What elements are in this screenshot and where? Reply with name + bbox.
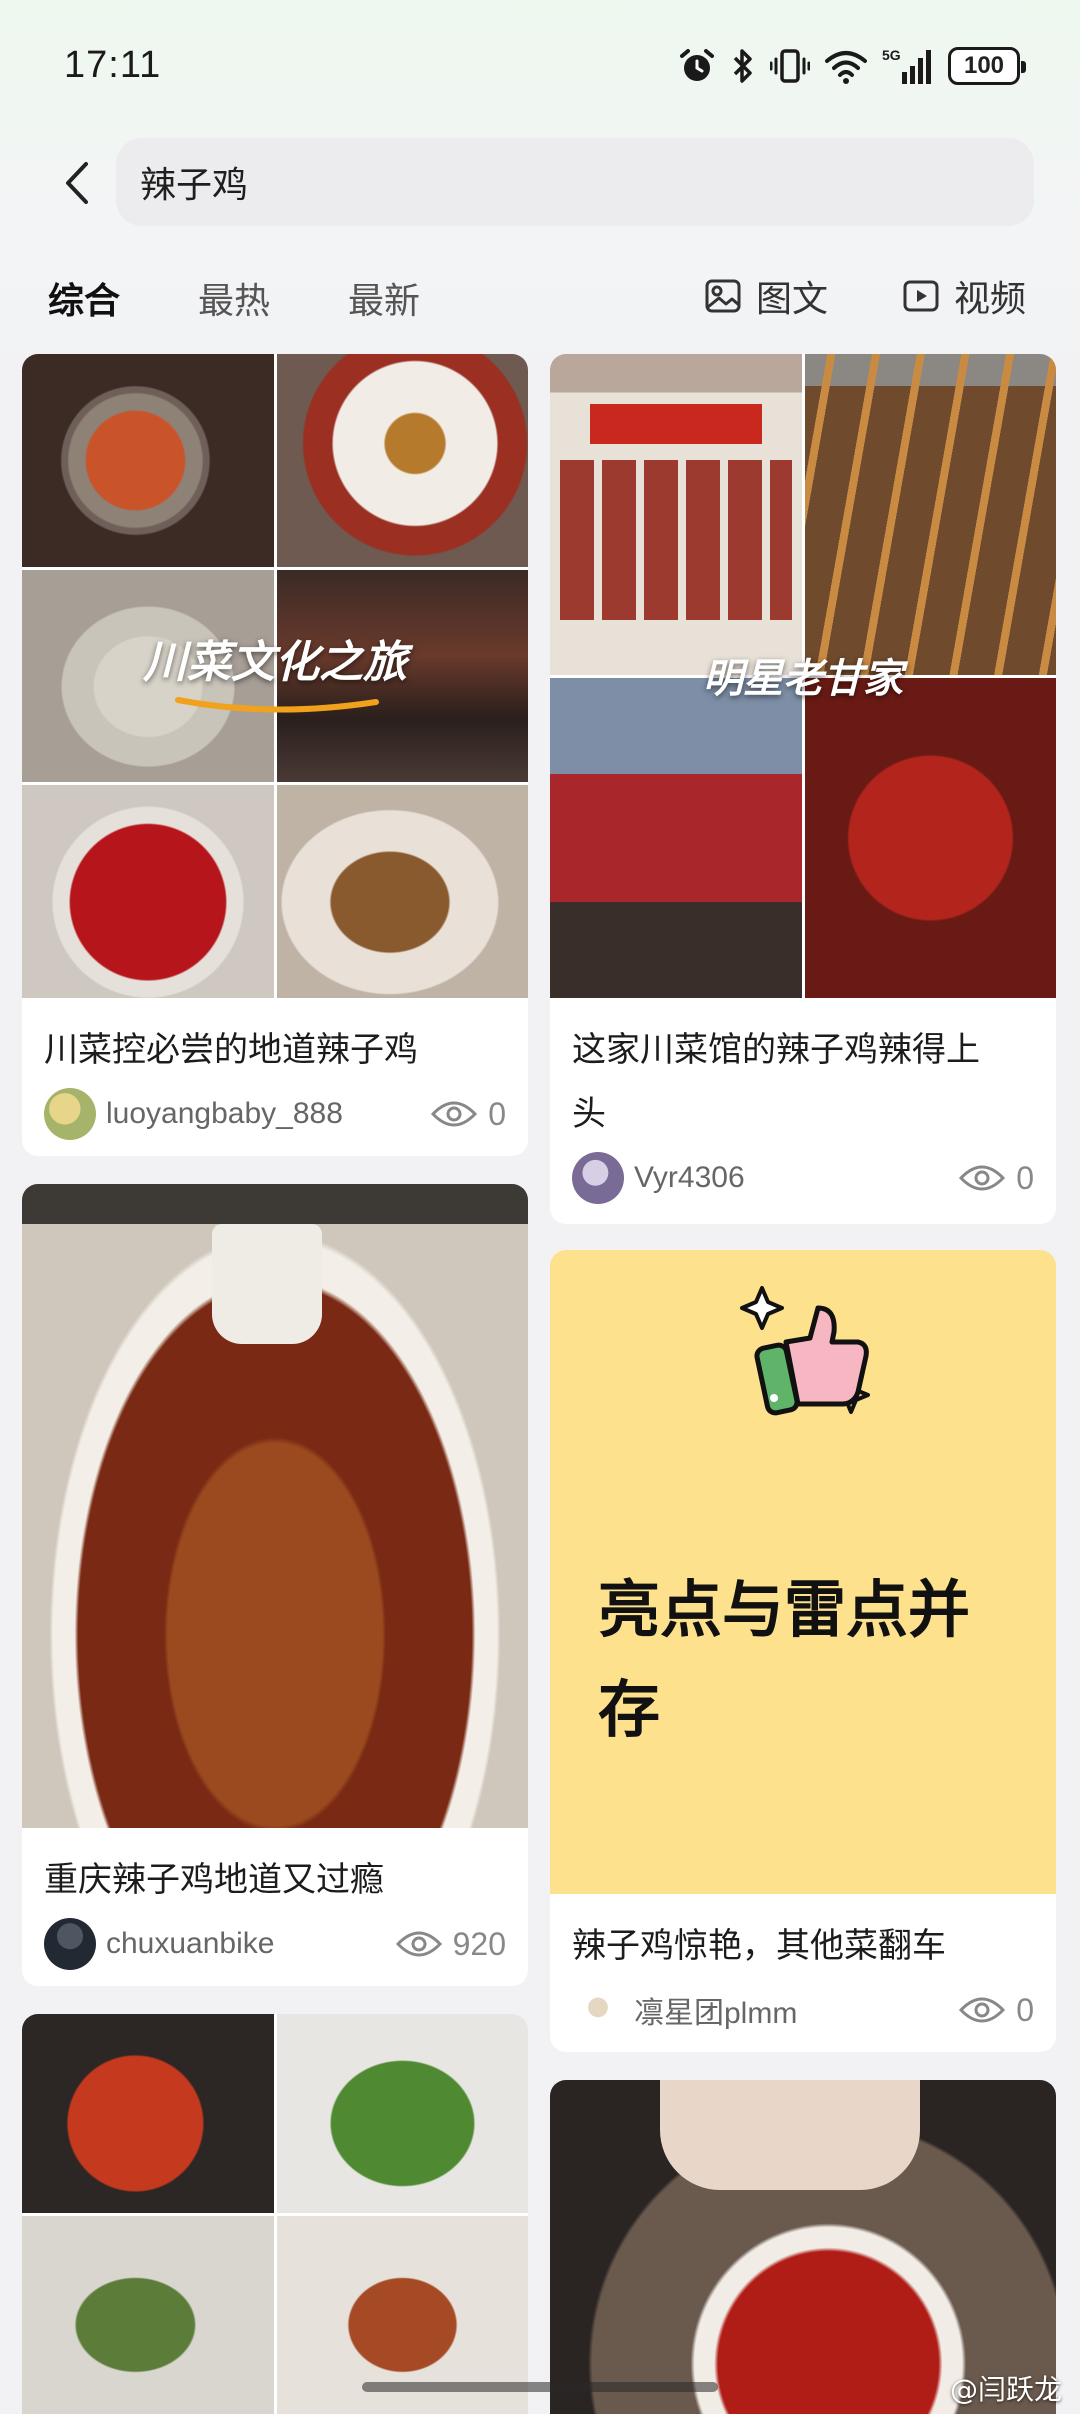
feed-card[interactable]: 重庆辣子鸡地道又过瘾 chuxuanbike 920	[22, 1184, 528, 1986]
card-image-collage: 川菜文化之旅	[22, 354, 528, 998]
tab-newest[interactable]: 最新	[348, 272, 420, 324]
battery-level: 100	[963, 52, 1005, 79]
status-bar: 17:11 5G 100	[0, 0, 1080, 120]
avatar[interactable]	[44, 1918, 96, 1970]
eye-icon	[959, 1165, 1006, 1191]
image-overlay-title: 明星老甘家	[703, 656, 903, 702]
wifi-icon	[825, 51, 867, 84]
view-count-value: 0	[1016, 1159, 1034, 1196]
search-row: 辣子鸡	[0, 136, 1080, 228]
search-query: 辣子鸡	[140, 165, 249, 206]
food-photo	[276, 354, 528, 567]
feed-card[interactable]: 川菜文化之旅 川菜控必尝的地道辣子鸡 luoyangbaby_888 0	[22, 354, 528, 1156]
image-icon	[705, 279, 741, 313]
svg-text:5G: 5G	[882, 47, 901, 63]
card-meta: 凛星团plmm 0	[572, 1978, 1034, 2042]
feed-card[interactable]	[22, 2014, 528, 2414]
food-photo	[276, 2014, 528, 2213]
card-title-line-1: 这家川菜馆的辣子鸡辣得上	[572, 1030, 980, 1070]
status-time: 17:11	[64, 44, 162, 86]
alarm-icon	[680, 49, 714, 81]
feed-card[interactable]: 明星老甘家 这家川菜馆的辣子鸡辣得上 头 Vyr4306 0	[550, 354, 1056, 1224]
avatar[interactable]	[44, 1088, 96, 1140]
status-icons: 5G 100	[678, 44, 1026, 88]
author-name[interactable]: luoyangbaby_888	[106, 1097, 343, 1131]
food-photo	[804, 677, 1056, 998]
avatar[interactable]	[572, 1152, 624, 1204]
food-photo	[22, 785, 274, 998]
eye-icon	[431, 1101, 478, 1127]
card-image	[22, 1184, 528, 1828]
thumbs-up-icon	[740, 1286, 870, 1416]
tab-image-text[interactable]: 图文	[704, 270, 828, 322]
background-strip	[22, 1184, 528, 1224]
underline-decoration	[175, 697, 379, 713]
feed-card[interactable]	[550, 2080, 1056, 2414]
tab-hottest[interactable]: 最热	[198, 272, 270, 324]
card-title: 重庆辣子鸡地道又过瘾	[44, 1860, 384, 1900]
view-count: 0	[958, 1146, 1034, 1210]
author-name[interactable]: chuxuanbike	[106, 1927, 274, 1961]
search-input[interactable]: 辣子鸡	[116, 138, 1034, 226]
food-photo	[276, 785, 528, 998]
signal-icon: 5G	[882, 47, 931, 84]
card-image-collage	[22, 2014, 528, 2414]
card-title: 辣子鸡惊艳，其他菜翻车	[572, 1926, 946, 1966]
food-photo	[22, 354, 274, 567]
view-count-value: 0	[1016, 1991, 1034, 2028]
watermark: @闫跃龙	[949, 2373, 1062, 2406]
video-icon	[903, 280, 939, 312]
view-count-value: 920	[452, 1925, 506, 1962]
restaurant-photo	[550, 677, 802, 998]
bluetooth-icon	[733, 49, 752, 83]
card-title: 川菜控必尝的地道辣子鸡	[44, 1030, 418, 1070]
view-count-value: 0	[488, 1095, 506, 1132]
vibrate-icon	[770, 49, 810, 83]
feed-card[interactable]: 亮点与雷点并 存 辣子鸡惊艳，其他菜翻车 凛星团plmm 0	[550, 1250, 1056, 2052]
person-decoration	[660, 2080, 920, 2190]
poster-text-line-2: 存	[598, 1673, 661, 1746]
eye-icon	[959, 1997, 1006, 2023]
author-name[interactable]: Vyr4306	[634, 1161, 745, 1195]
tab-video[interactable]: 视频	[902, 270, 1026, 322]
tab-image-text-label: 图文	[756, 279, 829, 320]
eye-icon	[395, 1931, 442, 1957]
poster-text-line-1: 亮点与雷点并	[598, 1573, 971, 1646]
image-overlay-title: 川菜文化之旅	[143, 637, 407, 688]
card-meta: chuxuanbike 920	[44, 1912, 506, 1976]
food-photo	[22, 2215, 274, 2414]
food-photo	[22, 2014, 274, 2213]
filter-tabs: 综合 最热 最新 图文 视频	[0, 262, 1080, 334]
chevron-left-icon	[66, 162, 88, 204]
card-title-line-2: 头	[572, 1094, 606, 1134]
card-image-collage: 明星老甘家	[550, 354, 1056, 998]
avatar[interactable]	[572, 1984, 624, 2036]
card-image	[550, 2080, 1056, 2414]
view-count: 0	[430, 1082, 506, 1146]
food-photo	[804, 354, 1056, 675]
back-button[interactable]	[52, 158, 102, 208]
poster-image: 亮点与雷点并 存	[550, 1250, 1056, 1894]
tab-video-label: 视频	[954, 279, 1027, 320]
home-indicator[interactable]	[362, 2382, 718, 2392]
tab-comprehensive[interactable]: 综合	[48, 272, 120, 324]
cup-decoration	[212, 1224, 322, 1344]
author-name[interactable]: 凛星团plmm	[634, 1988, 797, 2032]
poster-text: 亮点与雷点并 存	[598, 1560, 1028, 1760]
photo-wall	[550, 354, 802, 675]
view-count: 0	[958, 1978, 1034, 2042]
card-meta: luoyangbaby_888 0	[44, 1082, 506, 1146]
card-meta: Vyr4306 0	[572, 1146, 1034, 1210]
battery-icon: 100	[948, 47, 1026, 85]
view-count: 920	[395, 1912, 506, 1976]
